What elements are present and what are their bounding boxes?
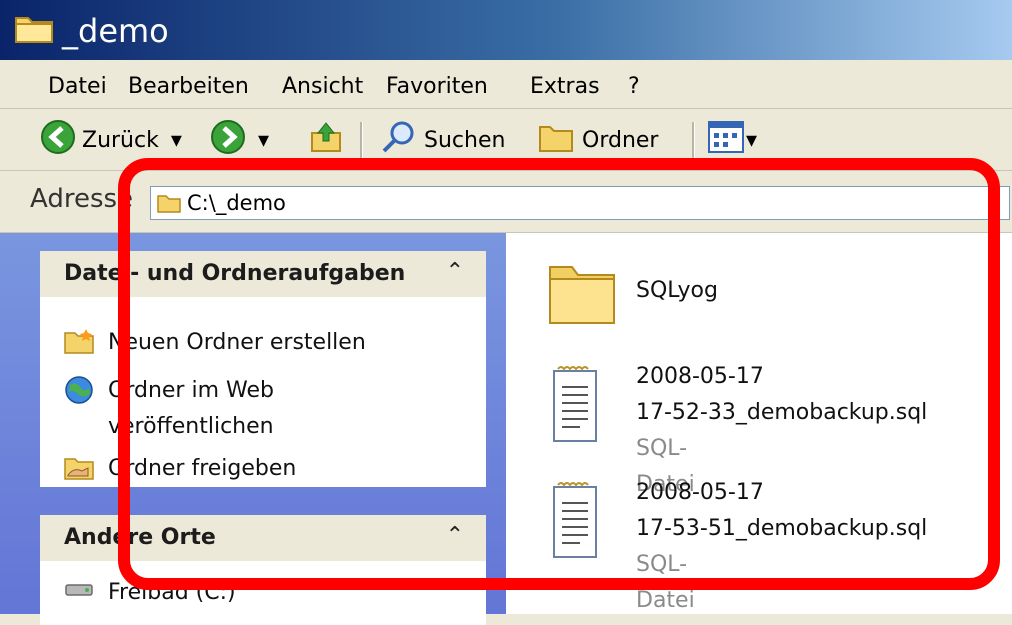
up-folder-icon (308, 119, 344, 161)
folders-label: Ordner (582, 127, 659, 153)
forward-dropdown-icon[interactable]: ▾ (258, 128, 269, 153)
toolbar-separator (692, 122, 695, 160)
task-label: Ordner freigeben (108, 456, 297, 481)
views-icon (708, 121, 744, 159)
views-button[interactable]: ▾ (708, 120, 757, 160)
other-places-body: Freibad (C:) (40, 561, 486, 625)
task-label: Ordner im Web (108, 378, 274, 403)
tasks-panel-header[interactable]: Datei- und Ordneraufgaben ⌃ (40, 251, 486, 297)
back-button[interactable]: Zurück ▾ (40, 120, 182, 160)
collapse-icon[interactable]: ⌃ (446, 523, 464, 548)
file-name-line1: 2008-05-17 (636, 480, 764, 505)
tasks-panel: Datei- und Ordneraufgaben ⌃ Neuen Ordner… (40, 251, 486, 487)
collapse-icon[interactable]: ⌃ (446, 259, 464, 284)
menu-help[interactable]: ? (628, 74, 640, 99)
task-label: Neuen Ordner erstellen (108, 330, 366, 355)
file-type: SQL-Datei (636, 552, 695, 613)
back-label: Zurück (82, 127, 159, 153)
forward-button[interactable]: ▾ (210, 120, 269, 160)
other-places-header[interactable]: Andere Orte ⌃ (40, 515, 486, 561)
back-dropdown-icon[interactable]: ▾ (171, 128, 182, 153)
toolbar-separator (360, 122, 363, 160)
other-places-panel: Andere Orte ⌃ Freibad (C:) (40, 515, 486, 625)
address-input[interactable]: C:\_demo (150, 186, 1010, 220)
menu-file[interactable]: Datei (48, 74, 107, 99)
publish-web-icon (64, 375, 94, 411)
menu-favorites[interactable]: Favoriten (386, 74, 488, 99)
sql-file-icon (550, 481, 600, 565)
file-name-line2: 17-52-33_demobackup.sql (636, 400, 928, 425)
tasks-panel-body: Neuen Ordner erstellen Ordner im Web ver… (40, 297, 486, 487)
folder-icon (546, 253, 618, 331)
file-name: SQLyog (636, 278, 718, 303)
up-button[interactable] (308, 120, 344, 160)
title-bar: _demo (0, 0, 1012, 60)
tasks-panel-title: Datei- und Ordneraufgaben (64, 261, 406, 286)
menu-view[interactable]: Ansicht (282, 74, 363, 99)
file-name-line1: 2008-05-17 (636, 364, 764, 389)
folders-button[interactable]: Ordner (538, 120, 658, 160)
menu-edit[interactable]: Bearbeiten (128, 74, 249, 99)
menu-bar: Datei Bearbeiten Ansicht Favoriten Extra… (0, 64, 1012, 109)
address-bar: Adresse C:\_demo (0, 172, 1012, 233)
forward-arrow-icon (210, 119, 246, 161)
task-pane: Datei- und Ordneraufgaben ⌃ Neuen Ordner… (0, 233, 506, 625)
folder-icon (14, 12, 54, 48)
address-label: Adresse (30, 184, 134, 214)
search-button[interactable]: Suchen (380, 120, 505, 160)
other-places-title: Andere Orte (64, 525, 216, 550)
search-icon (380, 119, 416, 161)
new-folder-icon (64, 327, 94, 361)
place-label: Freibad (C:) (108, 580, 236, 605)
sql-file-icon (550, 365, 600, 449)
views-dropdown-icon[interactable]: ▾ (746, 128, 757, 153)
drive-icon (64, 577, 94, 607)
menu-extras[interactable]: Extras (530, 74, 600, 99)
search-label: Suchen (424, 127, 506, 153)
back-arrow-icon (40, 119, 76, 161)
folders-icon (538, 119, 574, 161)
window-title: _demo (62, 12, 169, 50)
file-name-line2: 17-53-51_demobackup.sql (636, 516, 928, 541)
task-label-line2: veröffentlichen (108, 414, 274, 439)
main-area: Datei- und Ordneraufgaben ⌃ Neuen Ordner… (0, 233, 1012, 625)
address-value: C:\_demo (187, 191, 286, 215)
toolbar: Zurück ▾ ▾ Suchen Ordner ▾ (0, 110, 1012, 171)
share-folder-icon (64, 453, 94, 487)
folder-icon (157, 193, 181, 217)
file-list: SQLyog 2008-05-17 17-52-33_demobackup.sq… (506, 233, 1012, 614)
